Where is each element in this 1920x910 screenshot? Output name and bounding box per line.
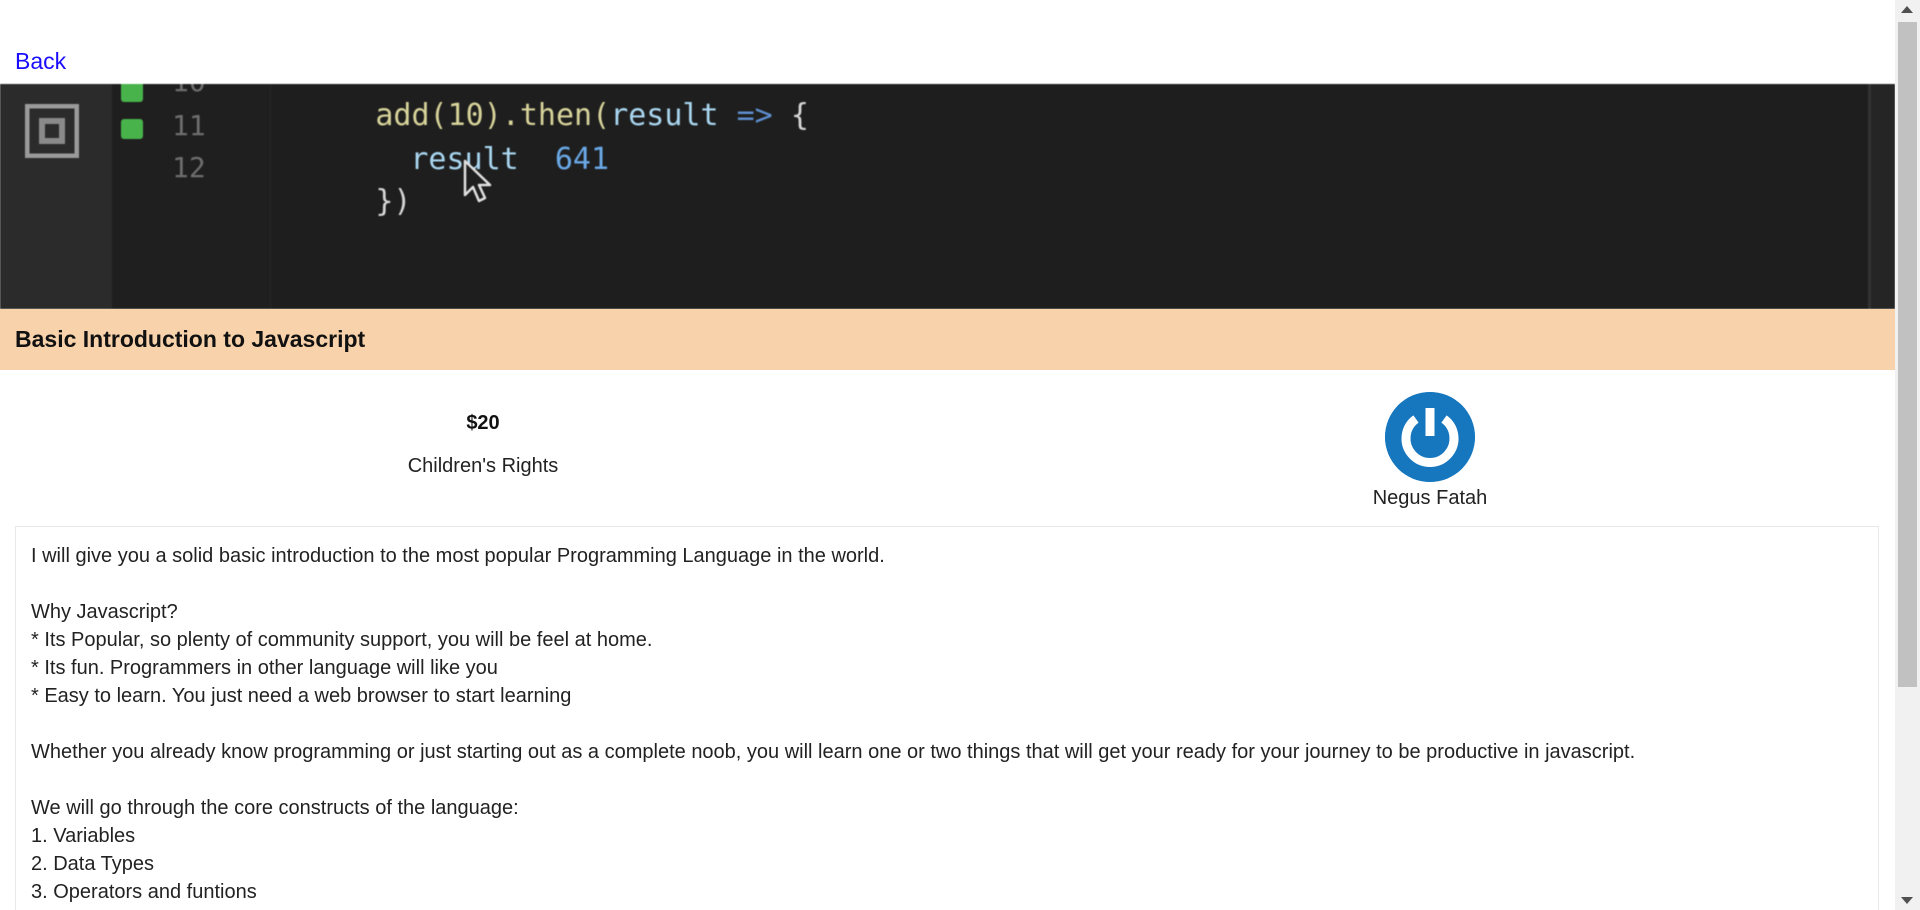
description-line: I will give you a solid basic introducti…: [31, 545, 885, 567]
description-line: Why Javascript?: [31, 601, 178, 623]
description-line: * Its fun. Programmers in other language…: [31, 657, 498, 679]
code-token: }): [375, 184, 412, 219]
author-name[interactable]: Negus Fatah: [1230, 487, 1630, 510]
scroll-up-icon[interactable]: [1901, 6, 1913, 13]
course-cover-image: 10 11 12 add(10).then(result => { result…: [0, 84, 1895, 309]
app-logo-icon: [25, 104, 79, 158]
code-line: }): [267, 148, 412, 256]
top-bar: Back: [0, 0, 1895, 84]
editor-scrollbar: [1868, 84, 1895, 309]
course-description: I will give you a solid basic introducti…: [15, 526, 1879, 910]
description-line: 2. Data Types: [31, 853, 155, 875]
course-info-row: $20 Children's Rights Negus Fatah: [0, 370, 1895, 526]
code-token: 641: [554, 142, 610, 177]
description-line: * Easy to learn. You just need a web bro…: [31, 685, 572, 707]
scrollbar-thumb[interactable]: [1898, 22, 1917, 687]
course-title-bar: Basic Introduction to Javascript: [0, 309, 1895, 370]
description-line: We will go through the core constructs o…: [31, 797, 519, 819]
page-scrollbar[interactable]: [1895, 0, 1920, 910]
mouse-cursor-icon: [463, 159, 492, 203]
course-title: Basic Introduction to Javascript: [15, 326, 366, 352]
code-token: result: [610, 98, 719, 133]
line-number: 11: [172, 109, 206, 142]
description-line: 3. Operators and funtions: [31, 881, 257, 903]
description-line: * Its Popular, so plenty of community su…: [31, 629, 653, 651]
description-line: 1. Variables: [31, 825, 136, 847]
scroll-down-icon[interactable]: [1901, 897, 1913, 904]
course-price: $20: [466, 412, 500, 434]
back-link[interactable]: Back: [15, 47, 66, 75]
breakpoint-marker: [121, 84, 143, 102]
course-detail-page: Back 10 11 12 add(10).then(result => { r…: [0, 0, 1895, 910]
line-number: 12: [172, 151, 206, 184]
course-category: Children's Rights: [407, 455, 559, 477]
code-token: =>: [718, 98, 791, 133]
breakpoint-marker: [121, 119, 143, 139]
author-avatar[interactable]: [1385, 392, 1475, 482]
line-number: 10: [172, 84, 206, 100]
code-token: {: [790, 98, 809, 133]
description-line: Whether you already know programming or …: [31, 741, 1636, 763]
